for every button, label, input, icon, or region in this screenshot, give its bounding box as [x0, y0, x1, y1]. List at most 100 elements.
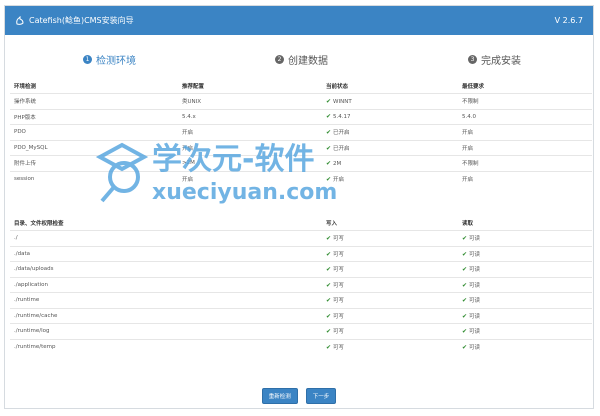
current-value: 开启: [333, 176, 345, 183]
recheck-button[interactable]: 重新检测: [261, 388, 298, 404]
check-icon: ✔: [326, 113, 332, 121]
column-header: 写入: [326, 221, 338, 227]
column-header: 最低要求: [462, 84, 485, 90]
check-icon: ✔: [326, 175, 332, 183]
column-header: 读取: [462, 221, 474, 227]
recommended-value: >2M: [178, 155, 322, 171]
installer-window: Catefish(鲶鱼)CMS安装向导 V 2.6.7 1 检测环境 2 创建数…: [4, 5, 594, 409]
directory-path: ./runtime/log: [10, 323, 322, 339]
table-header-row: 目录、文件权限检查 写入 读取: [10, 216, 592, 231]
write-label: 可写: [333, 282, 345, 289]
step-number: 1: [83, 55, 92, 64]
table-row: ./runtime/temp ✔ 可写 ✔ 可读: [10, 338, 592, 354]
read-label: 可读: [469, 298, 481, 305]
env-item: session: [10, 170, 178, 186]
directory-path: ./: [10, 230, 322, 246]
current-status: ✔ 2M: [322, 155, 458, 171]
recommended-value: 开启: [178, 139, 322, 156]
step-number: 3: [468, 55, 477, 64]
check-icon: ✔: [326, 235, 332, 243]
current-status: ✔ 5.4.17: [322, 108, 458, 125]
read-status: ✔ 可读: [458, 230, 592, 246]
read-label: 可读: [469, 282, 481, 289]
recommended-value: 类UNIX: [178, 93, 322, 109]
check-icon: ✔: [326, 144, 332, 152]
read-status: ✔ 可读: [458, 338, 592, 354]
directory-path: ./runtime/cache: [10, 307, 322, 324]
check-icon: ✔: [462, 266, 468, 274]
table-row: ./runtime/log ✔ 可写 ✔ 可读: [10, 323, 592, 339]
table-row: PDO_MySQL 开启 ✔ 已开启 开启: [10, 139, 592, 156]
env-item: 附件上传: [10, 155, 178, 171]
write-status: ✔ 可写: [322, 276, 458, 293]
write-status: ✔ 可写: [322, 338, 458, 354]
minimum-value: 不限制: [458, 155, 592, 171]
current-status: ✔ 已开启: [322, 139, 458, 156]
directory-permission-table: 目录、文件权限检查 写入 读取 ./✔ 可写 ✔ 可读 ./data ✔ 可写 ✔ 可读 ./da…: [10, 216, 592, 354]
column-header: 推荐配置: [182, 84, 205, 90]
read-label: 可读: [469, 267, 481, 274]
directory-path: ./application: [10, 276, 322, 293]
top-bar: Catefish(鲶鱼)CMS安装向导 V 2.6.7: [5, 6, 593, 35]
table-row: session 开启 ✔ 开启 开启: [10, 170, 592, 186]
read-label: 可读: [469, 344, 481, 351]
current-status: ✔ WINNT: [322, 93, 458, 109]
table-row: ./application ✔ 可写 ✔ 可读: [10, 276, 592, 293]
table-row: PDO 开启 ✔ 已开启 开启: [10, 124, 592, 140]
check-icon: ✔: [462, 312, 468, 320]
write-status: ✔ 可写: [322, 261, 458, 277]
read-label: 可读: [469, 313, 481, 320]
table-row: ./runtime/cache ✔ 可写 ✔ 可读: [10, 307, 592, 324]
current-value: 5.4.17: [333, 114, 351, 121]
read-status: ✔ 可读: [458, 276, 592, 293]
write-label: 可写: [333, 344, 345, 351]
table-row: PHP版本 5.4.x ✔ 5.4.17 5.4.0: [10, 108, 592, 125]
env-item: PDO: [10, 124, 178, 140]
read-status: ✔ 可读: [458, 261, 592, 277]
directory-path: ./data/uploads: [10, 261, 322, 277]
env-item: PHP版本: [10, 108, 178, 125]
write-label: 可写: [333, 251, 345, 258]
column-header: 环境检测: [14, 84, 37, 90]
directory-path: ./data: [10, 245, 322, 262]
check-icon: ✔: [326, 312, 332, 320]
check-icon: ✔: [326, 297, 332, 305]
write-label: 可写: [333, 298, 345, 305]
current-value: WINNT: [333, 98, 352, 105]
column-header: 目录、文件权限检查: [14, 221, 64, 227]
current-value: 已开启: [333, 145, 350, 152]
recommended-value: 开启: [178, 124, 322, 140]
next-step-button[interactable]: 下一步: [305, 388, 337, 404]
step-number: 2: [275, 55, 284, 64]
table-header-row: 环境检测 推荐配置 当前状态 最低要求: [10, 79, 592, 94]
write-status: ✔ 可写: [322, 307, 458, 324]
current-value: 已开启: [333, 130, 350, 137]
check-icon: ✔: [462, 328, 468, 336]
step-indicator: 1 检测环境 2 创建数据 3 完成安装: [5, 35, 593, 79]
action-buttons: 重新检测 下一步: [5, 388, 593, 404]
table-row: 附件上传 >2M ✔ 2M 不限制: [10, 155, 592, 171]
read-label: 可读: [469, 329, 481, 336]
read-label: 可读: [469, 251, 481, 258]
write-label: 可写: [333, 236, 345, 243]
minimum-value: 开启: [458, 139, 592, 156]
table-row: ./✔ 可写 ✔ 可读: [10, 230, 592, 246]
read-status: ✔ 可读: [458, 323, 592, 339]
check-icon: ✔: [326, 97, 332, 105]
step-label: 完成安装: [481, 56, 521, 67]
read-status: ✔ 可读: [458, 292, 592, 308]
check-icon: ✔: [462, 297, 468, 305]
check-icon: ✔: [326, 343, 332, 351]
current-value: 2M: [333, 160, 342, 167]
env-item: 操作系统: [10, 93, 178, 109]
write-label: 可写: [333, 267, 345, 274]
app-title: Catefish(鲶鱼)CMS安装向导: [29, 16, 134, 25]
minimum-value: 不限制: [458, 93, 592, 109]
step-create-data: 2 创建数据: [275, 52, 328, 67]
current-status: ✔ 开启: [322, 170, 458, 186]
write-status: ✔ 可写: [322, 245, 458, 262]
environment-table: 环境检测 推荐配置 当前状态 最低要求 操作系统 类UNIX ✔ WINNT 不限制 PH…: [10, 79, 592, 186]
check-icon: ✔: [462, 235, 468, 243]
step-label: 创建数据: [288, 56, 328, 67]
step-label: 检测环境: [96, 56, 136, 67]
